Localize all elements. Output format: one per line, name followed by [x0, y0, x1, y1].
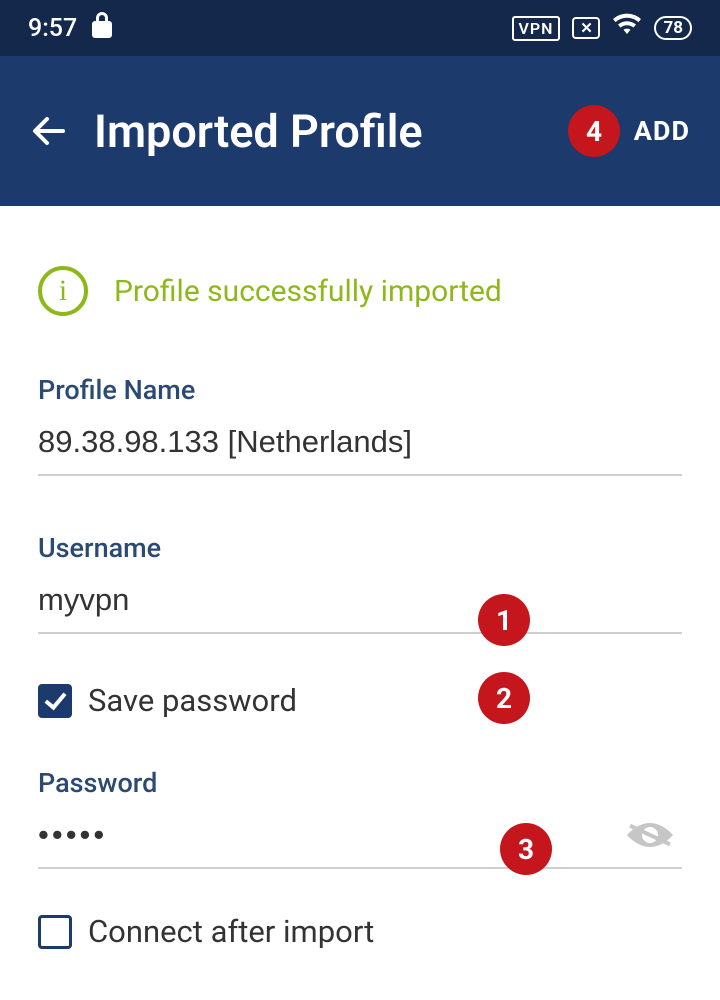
- save-password-label: Save password: [88, 682, 297, 719]
- success-banner: i Profile successfully imported: [38, 266, 682, 316]
- notification-x-icon: [572, 17, 600, 39]
- vpn-indicator: VPN: [512, 16, 561, 41]
- annotation-badge-2: 2: [478, 672, 530, 724]
- page-title: Imported Profile: [94, 105, 612, 158]
- info-icon: i: [38, 266, 88, 316]
- status-time: 9:57: [28, 14, 77, 43]
- annotation-badge-4: 4: [568, 105, 620, 157]
- add-button[interactable]: ADD: [634, 115, 690, 147]
- success-message: Profile successfully imported: [114, 274, 502, 309]
- statusbar: 9:57 VPN 78: [0, 0, 720, 56]
- password-field: Password 3: [38, 767, 682, 869]
- connect-after-import-checkbox[interactable]: [38, 915, 72, 949]
- username-field: Username 1: [38, 532, 682, 634]
- save-password-row[interactable]: Save password 2: [38, 682, 682, 719]
- password-input[interactable]: [38, 811, 682, 869]
- password-label: Password: [38, 767, 682, 799]
- profile-name-label: Profile Name: [38, 374, 682, 406]
- wifi-icon: [612, 13, 642, 44]
- back-button[interactable]: [30, 110, 72, 152]
- content-area: i Profile successfully imported Profile …: [0, 206, 720, 950]
- connect-after-import-row[interactable]: Connect after import: [38, 913, 682, 950]
- visibility-off-icon[interactable]: [622, 815, 678, 855]
- battery-indicator: 78: [654, 16, 692, 40]
- lock-icon: [91, 12, 113, 45]
- username-label: Username: [38, 532, 682, 564]
- profile-name-input[interactable]: [38, 418, 682, 476]
- username-input[interactable]: [38, 576, 682, 634]
- annotation-badge-1: 1: [478, 594, 530, 646]
- appbar: Imported Profile 4 ADD: [0, 56, 720, 206]
- profile-name-field: Profile Name: [38, 374, 682, 476]
- save-password-checkbox[interactable]: [38, 684, 72, 718]
- annotation-badge-3: 3: [500, 823, 552, 875]
- connect-after-import-label: Connect after import: [88, 913, 374, 950]
